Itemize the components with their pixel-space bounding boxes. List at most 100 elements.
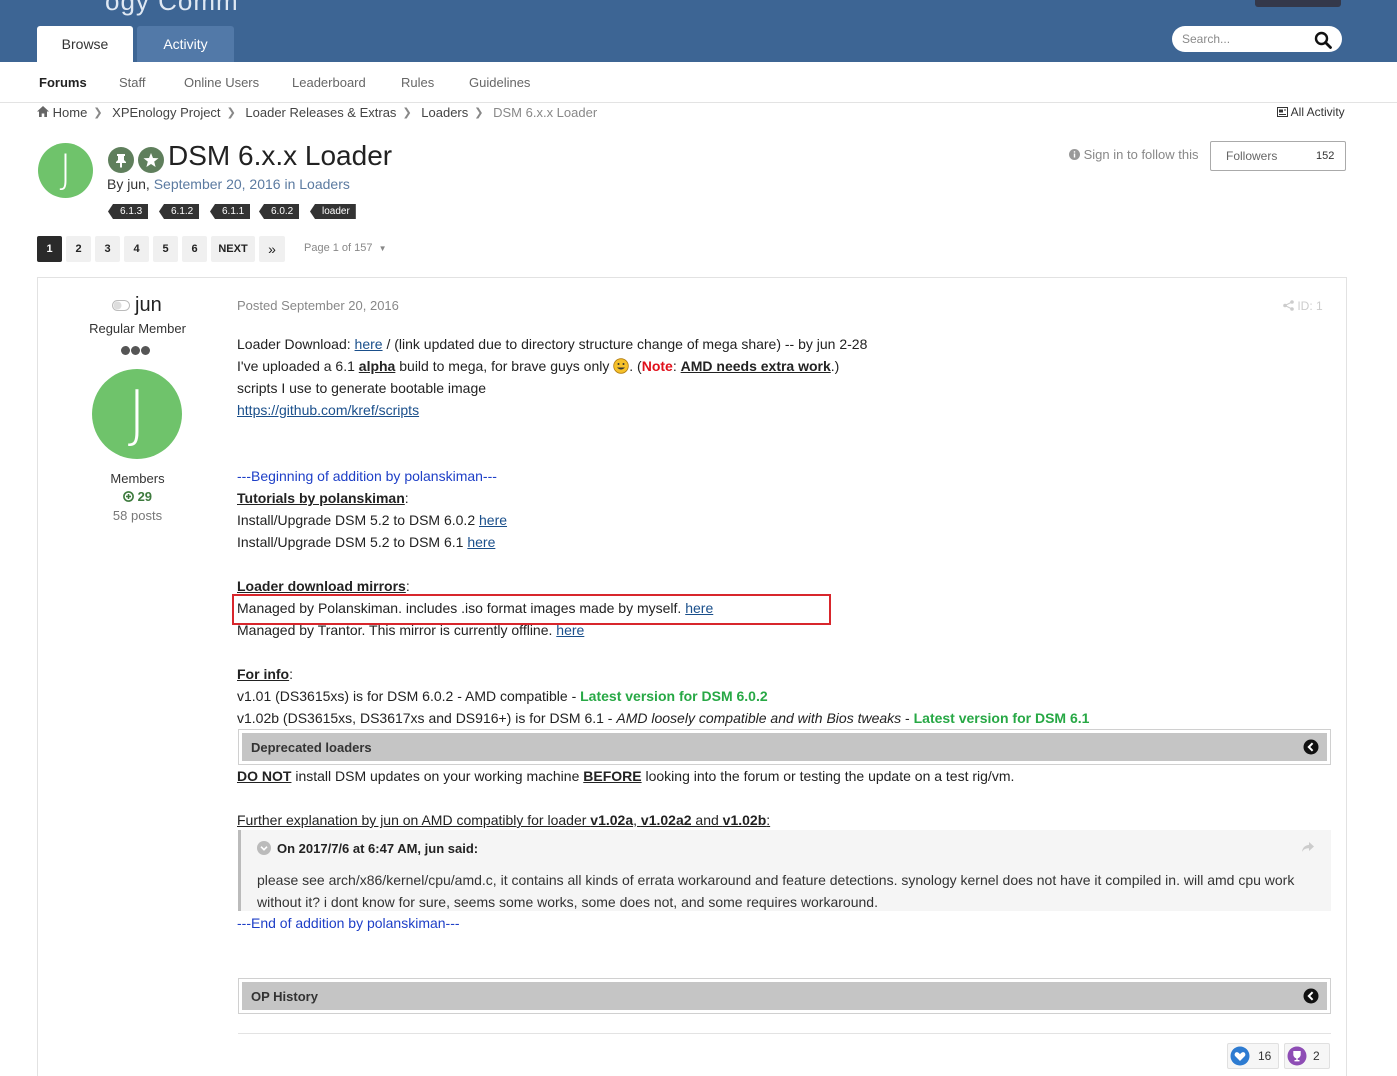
tag-6-1-2[interactable]: 6.1.2 bbox=[159, 204, 200, 219]
subnav-staff[interactable]: Staff bbox=[119, 75, 146, 90]
github-scripts-link[interactable]: https://github.com/kref/scripts bbox=[237, 402, 419, 418]
reaction-like[interactable]: 16 bbox=[1227, 1043, 1279, 1069]
tutorial-6-1-link[interactable]: here bbox=[467, 534, 495, 550]
breadcrumb-loader-releases[interactable]: Loader Releases & Extras bbox=[245, 105, 396, 120]
author-name[interactable]: jun bbox=[135, 294, 162, 317]
byline-forum[interactable]: Loaders bbox=[299, 176, 350, 192]
search-input[interactable] bbox=[1182, 30, 1312, 48]
chevron-down-circle-icon[interactable] bbox=[257, 841, 271, 855]
text: I've uploaded a 6.1 bbox=[237, 358, 359, 374]
info-v1-01: v1.01 (DS3615xs) is for DSM 6.0.2 - AMD … bbox=[237, 688, 768, 704]
reputation-count: 29 bbox=[137, 489, 153, 504]
text: install DSM updates on your working mach… bbox=[291, 768, 584, 784]
breadcrumb-home[interactable]: Home bbox=[53, 105, 88, 120]
tag-6-0-2[interactable]: 6.0.2 bbox=[259, 204, 300, 219]
chevron-right-icon: ❯ bbox=[402, 107, 412, 120]
quote-share-icon[interactable] bbox=[1301, 841, 1315, 853]
all-activity-link[interactable]: All Activity bbox=[1277, 105, 1345, 119]
author-reputation: 29 bbox=[40, 489, 235, 504]
chevron-right-icon: ❯ bbox=[474, 107, 484, 120]
like-count: 16 bbox=[1258, 1049, 1272, 1063]
breadcrumb-xpenology-project[interactable]: XPEnology Project bbox=[112, 105, 220, 120]
text: Tutorials by polanskiman bbox=[237, 490, 405, 506]
subnav-rules[interactable]: Rules bbox=[401, 75, 434, 90]
tag-6-1-1[interactable]: 6.1.1 bbox=[210, 204, 251, 219]
sign-in-to-follow[interactable]: Sign in to follow this bbox=[1069, 147, 1199, 162]
all-activity-label: All Activity bbox=[1290, 105, 1345, 119]
text: AMD needs extra work bbox=[680, 358, 831, 374]
subnav-online-users[interactable]: Online Users bbox=[184, 75, 259, 90]
post-date: Posted September 20, 2016 bbox=[237, 298, 399, 313]
byline-author[interactable]: By jun, bbox=[107, 176, 150, 192]
subnav-guidelines[interactable]: Guidelines bbox=[469, 75, 530, 90]
followers-button[interactable]: Followers 152 bbox=[1210, 141, 1346, 171]
annotation-highlight-box bbox=[232, 594, 831, 625]
author-group: Members bbox=[110, 471, 165, 486]
like-icon bbox=[1230, 1046, 1250, 1066]
chevron-right-icon: ❯ bbox=[226, 107, 236, 120]
byline-date: September 20, 2016 bbox=[153, 176, 281, 192]
text: alpha bbox=[358, 358, 396, 374]
spoiler-label: Deprecated loaders bbox=[251, 740, 372, 755]
breadcrumb: Home ❯ XPEnology Project ❯ Loader Releases… bbox=[37, 104, 597, 122]
text: Further explanation by jun on AMD compat… bbox=[237, 812, 591, 828]
info-v1-02b: v1.02b (DS3615xs, DS3617xs and DS916+) i… bbox=[237, 710, 1089, 726]
search-icon[interactable] bbox=[1314, 31, 1332, 49]
spoiler-deprecated-loaders[interactable]: Deprecated loaders bbox=[238, 729, 1331, 765]
quote-block: On 2017/7/6 at 6:47 AM, jun said: please… bbox=[238, 830, 1331, 911]
page-5-button[interactable]: 5 bbox=[153, 236, 178, 262]
home-icon[interactable] bbox=[37, 105, 49, 120]
topic-byline: By jun, September 20, 2016 in Loaders bbox=[107, 176, 350, 192]
subnav-forums[interactable]: Forums bbox=[39, 75, 87, 90]
quote-citation-text: On 2017/7/6 at 6:47 AM, jun said: bbox=[277, 841, 479, 856]
subnav-leaderboard[interactable]: Leaderboard bbox=[292, 75, 366, 90]
page-4-button[interactable]: 4 bbox=[124, 236, 149, 262]
post-share[interactable]: ID: 1 bbox=[1283, 299, 1323, 313]
text: v1.02b bbox=[722, 812, 767, 828]
text: BEFORE bbox=[583, 768, 642, 784]
breadcrumb-loaders[interactable]: Loaders bbox=[421, 105, 468, 120]
page-3-button[interactable]: 3 bbox=[95, 236, 120, 262]
page-6-button[interactable]: 6 bbox=[182, 236, 207, 262]
topic-author-avatar[interactable]: J bbox=[38, 143, 93, 198]
post-id: ID: 1 bbox=[1297, 299, 1323, 313]
text: Install/Upgrade DSM 5.2 to DSM 6.1 bbox=[237, 534, 468, 550]
page-1-button[interactable]: 1 bbox=[37, 236, 62, 262]
top-header-button[interactable] bbox=[1255, 0, 1341, 7]
reaction-trophy[interactable]: 2 bbox=[1284, 1043, 1330, 1069]
spoiler-header: Deprecated loaders bbox=[242, 733, 1327, 761]
tag-loader[interactable]: loader bbox=[310, 204, 356, 219]
follow-label: Sign in to follow this bbox=[1083, 147, 1199, 162]
star-icon bbox=[143, 153, 159, 167]
last-page-button[interactable]: » bbox=[259, 236, 285, 262]
text: : bbox=[404, 490, 409, 506]
spoiler-label: OP History bbox=[251, 989, 318, 1004]
tab-activity[interactable]: Activity bbox=[137, 26, 234, 62]
tutorial-6-1: Install/Upgrade DSM 5.2 to DSM 6.1 here bbox=[237, 534, 495, 550]
pinned-badge bbox=[108, 147, 134, 173]
page-2-button[interactable]: 2 bbox=[66, 236, 91, 262]
addition-begin-marker: ---Beginning of addition by polanskiman-… bbox=[237, 468, 497, 484]
text: .) bbox=[830, 358, 840, 374]
page-jump-dropdown[interactable]: Page 1 of 157 ▼ bbox=[304, 242, 387, 254]
text: looking into the forum or testing the up… bbox=[641, 768, 1015, 784]
chevron-left-circle-icon[interactable] bbox=[1303, 988, 1319, 1004]
text: : bbox=[766, 812, 771, 828]
quote-body: please see arch/x86/kernel/cpu/amd.c, it… bbox=[257, 872, 1295, 910]
text: AMD loosely compatible and with Bios twe… bbox=[616, 710, 902, 726]
site-logo-text[interactable]: ogy Comm bbox=[105, 0, 239, 17]
text: / (link updated due to directory structu… bbox=[382, 336, 868, 352]
spoiler-op-history[interactable]: OP History bbox=[238, 978, 1331, 1014]
loader-download-link[interactable]: here bbox=[355, 336, 383, 352]
post-line-alpha: I've uploaded a 6.1 alpha build to mega,… bbox=[237, 358, 839, 374]
tag-6-1-3[interactable]: 6.1.3 bbox=[108, 204, 149, 219]
author-avatar[interactable]: J bbox=[92, 369, 182, 459]
tab-browse[interactable]: Browse bbox=[37, 26, 133, 62]
chevron-left-circle-icon[interactable] bbox=[1303, 739, 1319, 755]
quote-citation[interactable]: On 2017/7/6 at 6:47 AM, jun said: bbox=[257, 841, 478, 856]
latest-6-0-2-label: Latest version for DSM 6.0.2 bbox=[580, 688, 768, 704]
next-page-button[interactable]: NEXT bbox=[211, 236, 255, 262]
tutorials-heading: Tutorials by polanskiman: bbox=[237, 490, 409, 506]
site-header: ogy Comm Browse Activity bbox=[0, 0, 1397, 62]
tutorial-6-0-2-link[interactable]: here bbox=[479, 512, 507, 528]
